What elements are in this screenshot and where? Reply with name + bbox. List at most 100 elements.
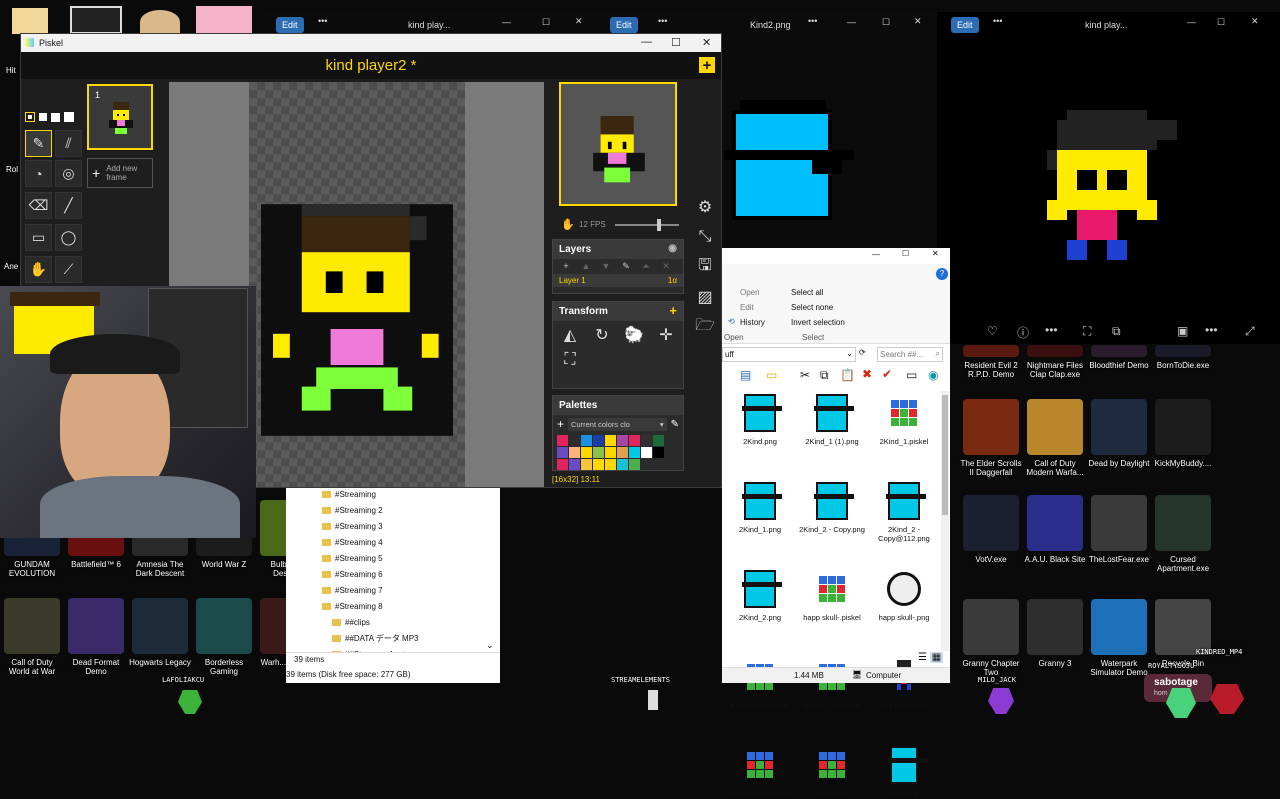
crop-sprite-icon[interactable]: ⛶ — [557, 351, 583, 369]
onion-skin-icon[interactable]: ✋ — [561, 218, 575, 231]
palette-swatch[interactable] — [557, 447, 568, 458]
ribbon-edit[interactable]: Edit — [740, 303, 754, 312]
file-item[interactable]: 2Kind_1.png — [724, 479, 796, 535]
palette-swatch[interactable] — [605, 447, 616, 458]
stroke-icon[interactable]: ╱ — [55, 192, 82, 219]
heart-icon[interactable]: ♡ — [987, 324, 998, 338]
more-icon-5[interactable]: ••• — [1045, 323, 1058, 337]
close-icon-3[interactable]: ✕ — [1251, 16, 1259, 27]
more-icon-3[interactable]: ••• — [808, 16, 817, 26]
desktop-icon[interactable]: BornToDie.exe — [1150, 345, 1216, 370]
flip-icon[interactable]: ◭ — [557, 325, 583, 345]
more-icon-6[interactable]: ••• — [1205, 323, 1218, 337]
desktop-icon[interactable]: Call of Duty World at War — [0, 598, 64, 676]
color-picker-icon[interactable]: ⟋ — [55, 256, 82, 283]
add-frame-button[interactable]: + Add new frame — [87, 158, 153, 188]
info-icon[interactable]: ⓘ — [1017, 324, 1029, 341]
file-item[interactable]: 2Kind.png — [724, 391, 796, 447]
palette-swatch[interactable] — [629, 459, 640, 470]
desktop-icon[interactable]: Resident Evil 2 R.P.D. Demo — [958, 345, 1024, 379]
palette-swatch[interactable] — [569, 447, 580, 458]
rename-icon[interactable]: ▭ — [906, 368, 917, 382]
file-item[interactable]: happ skull-.png — [868, 567, 940, 623]
folder-item[interactable]: #Streaming 2 — [322, 502, 492, 518]
palette-swatch[interactable] — [617, 435, 628, 446]
minimize-icon-3[interactable]: — — [1187, 17, 1196, 27]
layout-icon[interactable]: ▤ — [740, 368, 751, 382]
address-bar[interactable]: uff ⌄ — [722, 347, 856, 362]
help-icon[interactable]: ? — [936, 268, 948, 280]
file-item[interactable]: 2Kind_1.piskel — [868, 391, 940, 447]
desktop-icon[interactable]: KickMyBuddy.... — [1150, 399, 1216, 468]
desktop-icon[interactable]: Recycle Bin — [1150, 599, 1216, 668]
desktop-icon[interactable]: Cursed Apartment.exe — [1150, 495, 1216, 573]
close-icon-2[interactable]: ✕ — [914, 16, 922, 27]
details-view-icon[interactable]: ☰ — [918, 652, 927, 663]
check-icon[interactable]: ✔ — [882, 367, 892, 381]
palette-swatch[interactable] — [593, 459, 604, 470]
delete-layer-icon[interactable]: ✕ — [657, 261, 675, 272]
close-icon[interactable]: ✕ — [575, 16, 583, 27]
palette-swatch[interactable] — [569, 435, 580, 446]
ribbon-history[interactable]: History — [740, 318, 765, 327]
file-item[interactable]: kind player2.piskel — [724, 743, 796, 799]
circle-icon[interactable]: ◯ — [55, 224, 82, 251]
rename-layer-icon[interactable]: ✎ — [617, 261, 635, 272]
frame-thumbnail[interactable]: 1 — [87, 84, 153, 150]
globe-icon[interactable]: ◉ — [928, 368, 938, 382]
add-layer-icon[interactable]: + — [557, 261, 575, 272]
desktop-icon[interactable]: TheLostFear.exe — [1086, 495, 1152, 564]
desktop-icon[interactable]: Nightmare Files Clap Clap.exe — [1022, 345, 1088, 379]
palette-swatch[interactable] — [617, 447, 628, 458]
document-title[interactable]: kind player2 * — [326, 57, 417, 74]
palette-swatch[interactable] — [581, 435, 592, 446]
edit-palette-icon[interactable]: ✎ — [671, 419, 679, 430]
folder-item[interactable]: #Streaming 3 — [322, 518, 492, 534]
expand-icon[interactable]: ⤢ — [1245, 324, 1255, 339]
ribbon-invert-selection[interactable]: Invert selection — [791, 318, 845, 327]
maximize-icon-3[interactable]: ☐ — [1217, 17, 1225, 28]
paste-icon[interactable]: 📋 — [840, 368, 855, 382]
open-folder-icon[interactable]: 🗁 — [692, 314, 718, 340]
file-item[interactable]: Kind.png — [868, 743, 940, 799]
resize-icon[interactable]: ⤡ — [692, 224, 718, 250]
palette-swatch[interactable] — [593, 435, 604, 446]
palette-swatch[interactable] — [641, 447, 652, 458]
align-icon[interactable]: ✛ — [653, 325, 679, 345]
new-sprite-button[interactable]: + — [699, 57, 715, 74]
ribbon-select-none[interactable]: Select none — [791, 303, 833, 312]
add-palette-icon[interactable]: + — [557, 417, 564, 431]
ribbon-open[interactable]: Open — [740, 288, 760, 297]
file-item[interactable]: 2Kind_2.png — [724, 567, 796, 623]
settings-gear-icon[interactable]: ⚙ — [692, 194, 718, 220]
edit-button-2[interactable]: Edit — [610, 17, 638, 33]
slideshow-icon[interactable]: ▣ — [1177, 324, 1188, 338]
delete-icon[interactable]: ✖ — [862, 367, 872, 381]
pen-size-selector[interactable] — [25, 110, 83, 124]
file-item[interactable]: happ skull-.piskel — [796, 567, 868, 623]
desktop-icon[interactable]: Call of Duty Modern Warfa... — [1022, 399, 1088, 477]
palette-swatch[interactable] — [629, 435, 640, 446]
minimize-icon[interactable]: — — [502, 17, 511, 27]
more-icon[interactable]: ••• — [318, 16, 327, 26]
maximize-icon-4[interactable]: ☐ — [902, 249, 909, 258]
folder-item[interactable]: #Streaming 8 — [322, 598, 492, 614]
minimize-icon-5[interactable]: — — [641, 36, 652, 48]
folder-item[interactable]: #Streaming 7 — [322, 582, 492, 598]
pen-tool-icon[interactable]: ✎ — [25, 130, 52, 157]
fps-slider[interactable] — [615, 219, 679, 231]
search-input[interactable]: Search ##... ⌕ — [877, 347, 943, 362]
palette-swatch[interactable] — [653, 447, 664, 458]
palette-swatch[interactable] — [641, 435, 652, 446]
palette-select[interactable]: Current colors clo ▾ — [568, 417, 667, 431]
hand-icon[interactable]: ✋ — [25, 256, 52, 283]
tiles-view-icon[interactable]: ▦ — [929, 652, 944, 663]
folder-item[interactable]: #Streaming — [322, 486, 492, 502]
chevron-down-icon[interactable]: ⌄ — [846, 349, 853, 358]
folder-item[interactable]: ##DATA データ MP3 — [322, 630, 492, 646]
new-folder-icon[interactable]: ▭ — [766, 368, 777, 382]
crop-icon[interactable]: ⛶ — [1083, 324, 1091, 339]
palette-swatch[interactable] — [557, 435, 568, 446]
desktop-icon[interactable]: VotV.exe — [958, 495, 1024, 564]
palette-swatch[interactable] — [605, 459, 616, 470]
